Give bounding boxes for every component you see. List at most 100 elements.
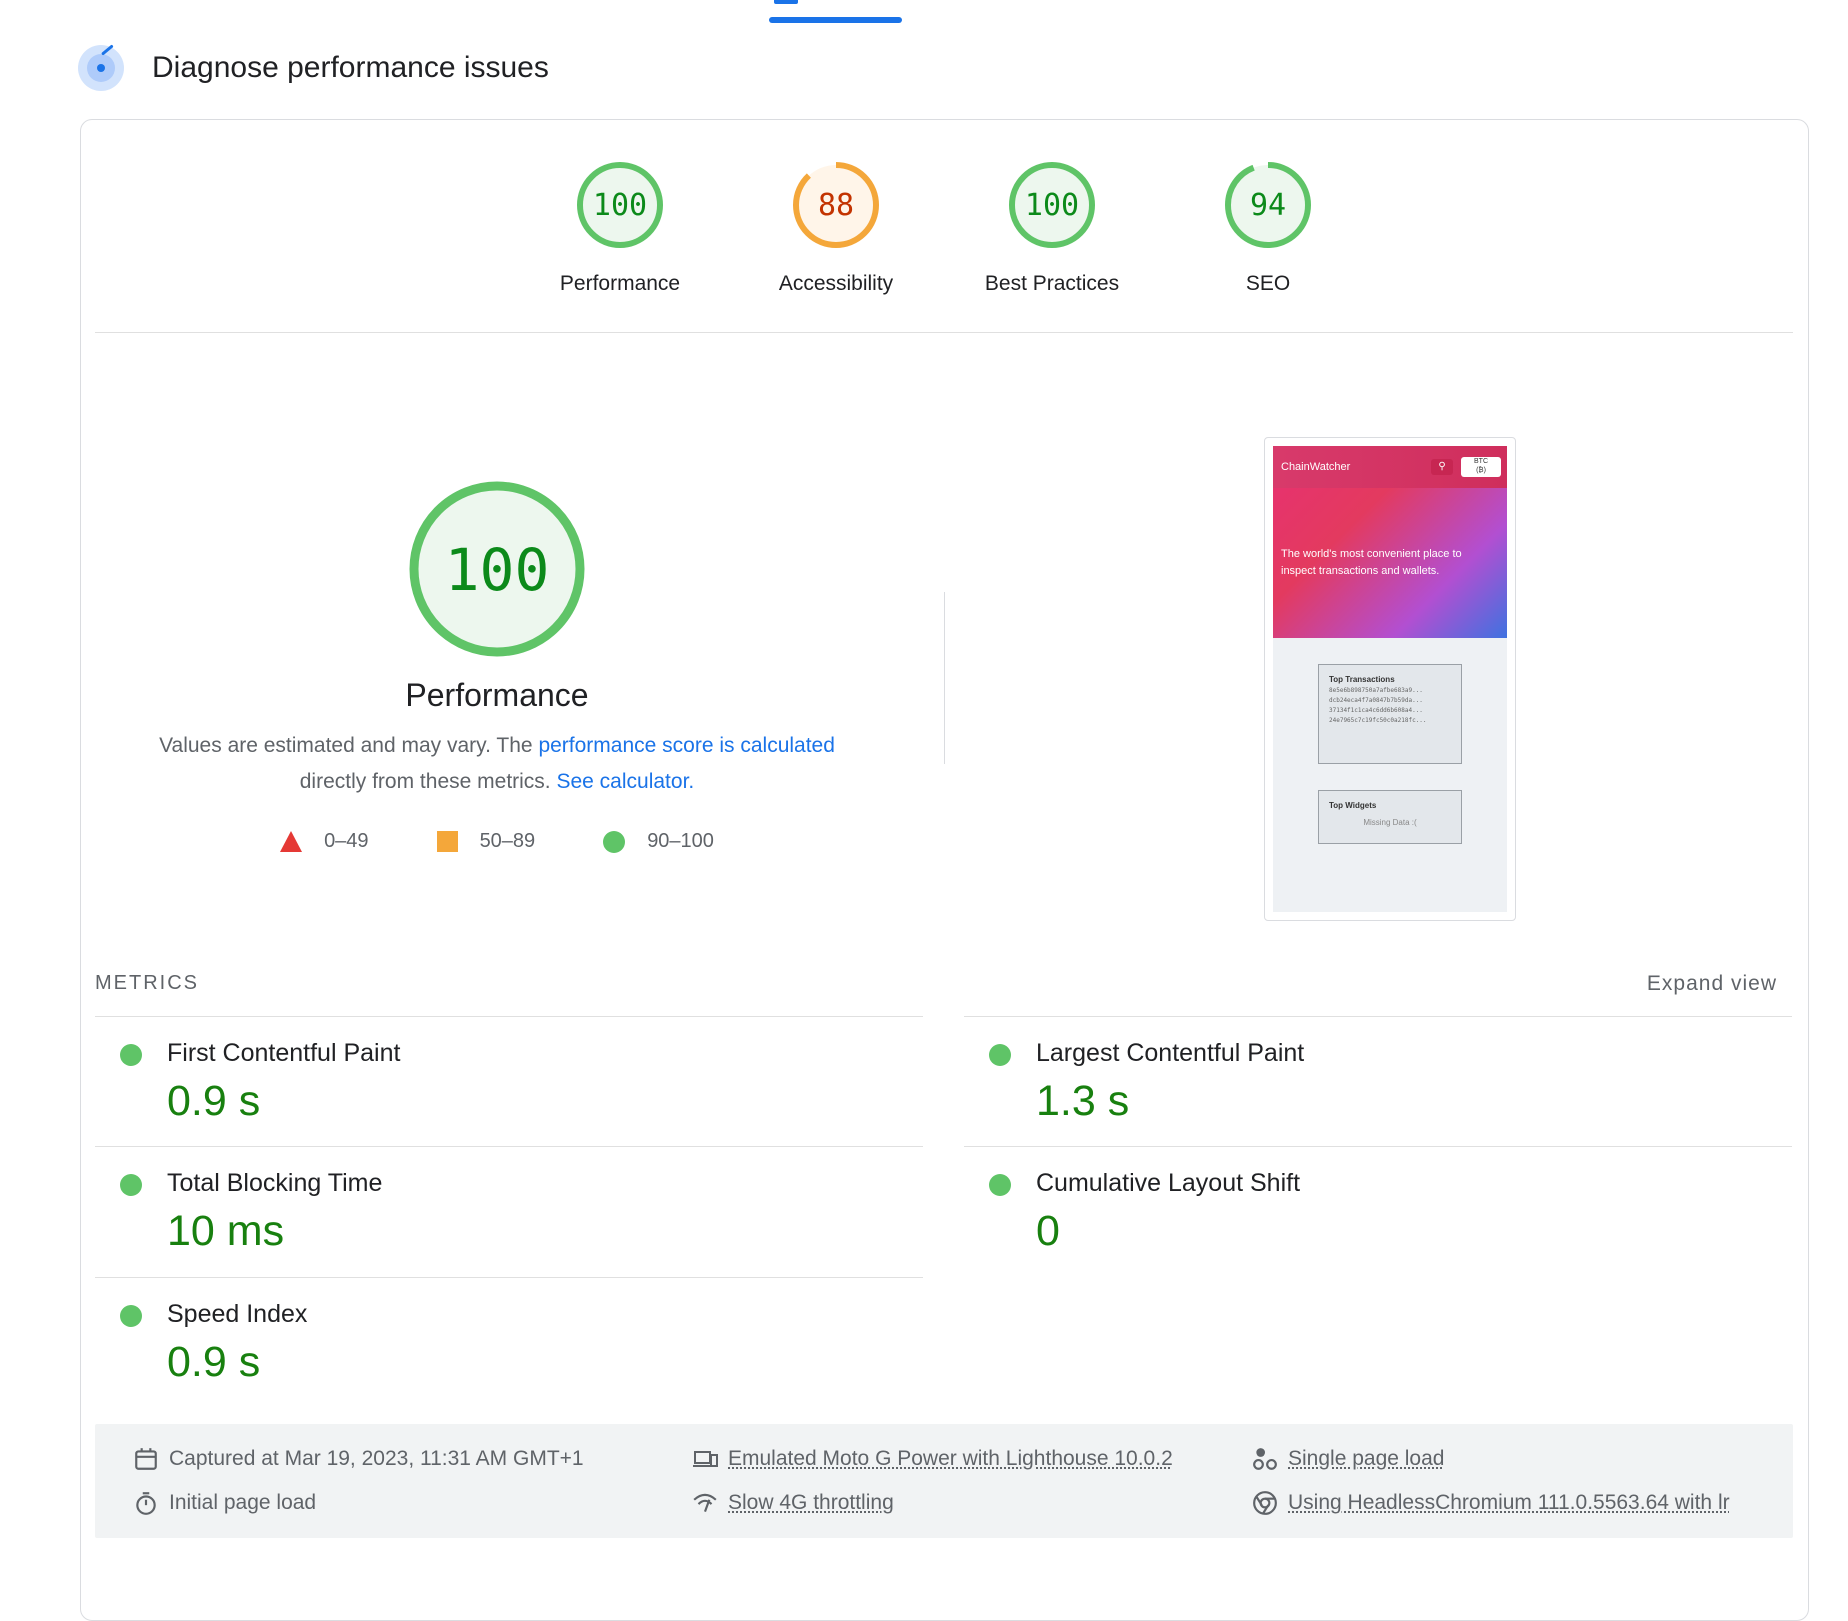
see-calculator-link[interactable]: See calculator.: [556, 770, 694, 793]
gauge-best-practices-ring: 100: [1009, 162, 1095, 248]
transaction-line: 24e7965c7c19fc50c0a218fc...: [1329, 717, 1427, 724]
screenshot-content: ChainWatcher ⚲ BTC (₿) The world's most …: [1273, 446, 1507, 912]
pass-dot-icon: [120, 1174, 142, 1196]
metric-value: 1.3 s: [1036, 1077, 1130, 1125]
legend-average: 50–89: [436, 830, 536, 853]
env-device-text[interactable]: Emulated Moto G Power with Lighthouse 10…: [728, 1447, 1173, 1471]
metric-value: 0: [1036, 1207, 1060, 1255]
stopwatch-icon: [136, 1492, 156, 1515]
metric-name: First Contentful Paint: [167, 1039, 401, 1067]
env-browser-text[interactable]: Using HeadlessChromium 111.0.5563.64 wit…: [1288, 1491, 1730, 1515]
metrics-title: METRICS: [95, 972, 199, 994]
section-title: Diagnose performance issues: [152, 51, 549, 84]
env-throttling-text[interactable]: Slow 4G throttling: [728, 1491, 894, 1515]
final-screenshot[interactable]: ChainWatcher ⚲ BTC (₿) The world's most …: [1264, 437, 1516, 921]
transaction-line: 37134f1c1ca4c6dd6b608a4...: [1329, 707, 1423, 714]
tab-indicator-stub: [774, 0, 798, 4]
score-legend: 0–49 50–89 90–100: [97, 830, 897, 853]
desc-middle: directly from these metrics.: [299, 770, 557, 793]
metric-name: Speed Index: [167, 1300, 308, 1328]
tab-indicator: [769, 17, 902, 23]
metric-value: 0.9 s: [167, 1338, 261, 1386]
env-single-text[interactable]: Single page load: [1288, 1447, 1444, 1471]
metric-si: Speed Index 0.9 s: [95, 1277, 923, 1408]
signal-icon: [693, 1493, 717, 1513]
metric-cls: Cumulative Layout Shift 0: [964, 1146, 1792, 1277]
performance-title: Performance: [405, 677, 589, 713]
performance-score: 100: [445, 536, 550, 604]
desc-prefix: Values are estimated and may vary. The: [159, 734, 539, 757]
performance-description: Values are estimated and may vary. The p…: [97, 728, 897, 800]
calendar-icon: [135, 1448, 157, 1470]
metrics-header: METRICS Expand view: [95, 970, 1793, 998]
env-captured: Captured at Mar 19, 2023, 11:31 AM GMT+1: [133, 1446, 584, 1472]
circle-icon: [603, 830, 626, 853]
box-title: Top Widgets: [1329, 801, 1377, 810]
gauge-label: Accessibility: [778, 272, 894, 295]
metric-name: Largest Contentful Paint: [1036, 1039, 1305, 1067]
expand-view-toggle[interactable]: Expand view: [1647, 972, 1777, 996]
legend-range: 50–89: [479, 830, 536, 852]
gauge-score: 100: [1025, 188, 1079, 223]
gauges-divider: [95, 332, 1793, 333]
score-calculated-link[interactable]: performance score is calculated: [538, 734, 834, 757]
gauge-label: SEO: [1245, 272, 1291, 295]
metric-value: 10 ms: [167, 1207, 285, 1255]
metric-tbt: Total Blocking Time 10 ms: [95, 1146, 923, 1277]
gauge-score: 88: [818, 188, 854, 223]
pass-dot-icon: [120, 1044, 142, 1066]
nodes-icon: [1253, 1448, 1277, 1470]
triangle-icon: [280, 831, 303, 852]
gauge-label: Performance: [559, 272, 681, 295]
gauge-seo-ring: 94: [1225, 162, 1311, 248]
runtime-settings: Captured at Mar 19, 2023, 11:31 AM GMT+1…: [95, 1424, 1793, 1538]
gauge-score: 94: [1250, 188, 1286, 223]
chrome-icon: [1253, 1491, 1277, 1515]
section-header: Diagnose performance issues: [78, 44, 549, 91]
gauge-score: 100: [593, 188, 647, 223]
metric-name: Total Blocking Time: [167, 1169, 383, 1197]
transaction-line: 8e5e6b898750a7afbe683a9...: [1329, 687, 1423, 694]
gauge-best-practices[interactable]: 100 Best Practices: [962, 160, 1142, 296]
box-title: Top Transactions: [1329, 675, 1395, 684]
currency-top: BTC: [1474, 458, 1488, 465]
env-initial-text: Initial page load: [169, 1491, 317, 1514]
env-browser[interactable]: Using HeadlessChromium 111.0.5563.64 wit…: [1252, 1490, 1782, 1516]
legend-pass: 90–100: [603, 830, 714, 853]
metric-fcp: First Contentful Paint 0.9 s: [95, 1016, 923, 1147]
env-captured-text: Captured at Mar 19, 2023, 11:31 AM GMT+1: [169, 1447, 584, 1470]
top-transactions-box: Top Transactions 8e5e6b898750a7afbe683a9…: [1318, 664, 1462, 764]
env-throttling[interactable]: Slow 4G throttling: [692, 1490, 894, 1516]
gauge-performance-ring: 100: [577, 162, 663, 248]
legend-range: 0–49: [324, 830, 369, 852]
metric-value: 0.9 s: [167, 1077, 261, 1125]
search-icon: ⚲: [1431, 459, 1453, 475]
lighthouse-gauge-icon: [78, 44, 124, 91]
gauge-accessibility[interactable]: 88 Accessibility: [746, 160, 926, 296]
currency-selector: BTC (₿): [1461, 457, 1501, 477]
metric-name: Cumulative Layout Shift: [1036, 1169, 1301, 1197]
category-gauges: 100 Performance 88 Accessibility 100 Bes…: [0, 160, 1848, 310]
metric-lcp: Largest Contentful Paint 1.3 s: [964, 1016, 1792, 1147]
legend-fail: 0–49: [280, 830, 369, 853]
transaction-line: dcb24eca4f7a0847b7b59da...: [1329, 697, 1423, 704]
currency-bottom: (₿): [1476, 467, 1486, 474]
square-icon: [436, 831, 458, 852]
gauge-seo[interactable]: 94 SEO: [1178, 160, 1358, 296]
missing-data-text: Missing Data :(: [1363, 818, 1417, 827]
devices-icon: [693, 1451, 718, 1467]
gauge-accessibility-ring: 88: [793, 162, 879, 248]
pass-dot-icon: [120, 1305, 142, 1327]
screenshot-hero: The world's most convenient place to ins…: [1273, 488, 1507, 638]
env-single[interactable]: Single page load: [1252, 1446, 1444, 1472]
top-widgets-box: Top Widgets Missing Data :(: [1318, 790, 1462, 844]
hero-text: The world's most convenient place to ins…: [1281, 548, 1462, 577]
env-initial: Initial page load: [133, 1490, 316, 1516]
gauge-performance[interactable]: 100 Performance: [530, 160, 710, 296]
gauge-label: Best Practices: [984, 272, 1120, 295]
performance-large-gauge: 100: [409, 481, 585, 657]
screenshot-topbar: ChainWatcher ⚲ BTC (₿): [1273, 446, 1507, 488]
env-device[interactable]: Emulated Moto G Power with Lighthouse 10…: [692, 1446, 1173, 1472]
summary-divider: [944, 592, 945, 764]
performance-summary: 100 Performance Values are estimated and…: [97, 480, 897, 853]
